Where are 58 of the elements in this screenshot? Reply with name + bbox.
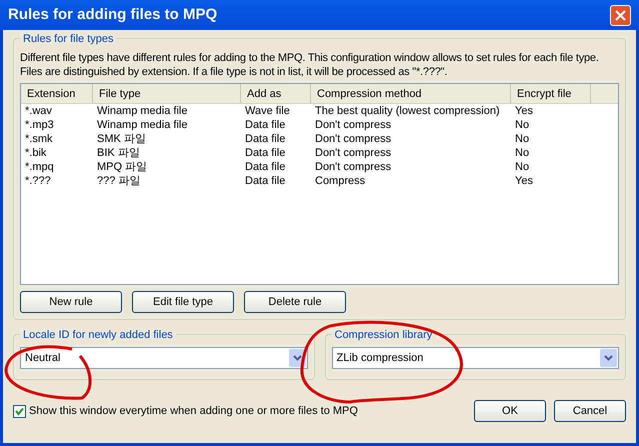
table-cell-text: Don't compress bbox=[314, 132, 392, 146]
table-cell-text: Yes bbox=[514, 104, 534, 118]
locale-dropdown[interactable]: Neutral bbox=[20, 347, 308, 369]
table-cell-text: BIK 파일 bbox=[96, 146, 141, 160]
table-cell-text: *.mpq bbox=[24, 160, 55, 174]
check-icon bbox=[15, 406, 24, 416]
table-row[interactable]: *.bik BIK 파일 Data file Don't compress No bbox=[21, 146, 618, 160]
table-cell-text: *.smk bbox=[24, 132, 54, 146]
table-cell-text: *.wav bbox=[24, 104, 53, 118]
table-cell-text: *.mp3 bbox=[24, 118, 55, 132]
close-button[interactable] bbox=[610, 4, 631, 26]
checkbox[interactable] bbox=[13, 404, 26, 418]
table-row[interactable]: *.??? ??? 파일 Data file Compress Yes bbox=[21, 174, 618, 188]
table-cell-text: No bbox=[514, 146, 530, 160]
table-cell-text: Don't compress bbox=[314, 146, 392, 160]
compression-dropdown[interactable]: ZLib compression bbox=[332, 347, 619, 369]
group-title: Rules for file types bbox=[20, 31, 116, 48]
dialog-button[interactable]: Delete rule bbox=[244, 291, 346, 313]
table-cell-text: Winamp media file bbox=[96, 118, 188, 132]
checkbox-label: Show this window everytime when adding one or more files to MPQ bbox=[29, 404, 359, 419]
dialog-button[interactable]: OK bbox=[474, 400, 546, 422]
table-cell-text: Don't compress bbox=[314, 118, 392, 132]
table-cell-text: Winamp media file bbox=[96, 104, 188, 118]
table-cell-text: SMK 파일 bbox=[96, 132, 147, 146]
dialog-button[interactable]: Cancel bbox=[554, 400, 626, 422]
column-header[interactable]: Add as bbox=[241, 84, 311, 103]
column-header[interactable]: Compression method bbox=[311, 84, 511, 103]
table-cell-text: Yes bbox=[514, 174, 534, 188]
column-header[interactable]: File type bbox=[93, 84, 241, 103]
table-cell-text: Data file bbox=[244, 174, 286, 188]
table-cell-text: Wave file bbox=[244, 104, 291, 118]
table-cell-text: Data file bbox=[244, 132, 286, 146]
table-row[interactable]: *.smk SMK 파일 Data file Don't compress No bbox=[21, 132, 618, 146]
description-text: Different file types have different rules for adding to the MPQ. This configuration window allows to set rules for each file type. Files are distinguished by extension. If a file type is not in list, it will be processed as "*.???". bbox=[20, 51, 600, 79]
window-title: Rules for adding files to MPQ bbox=[8, 4, 218, 25]
group-title: Locale ID for newly added files bbox=[20, 327, 176, 344]
table-row[interactable]: *.mpq MPQ 파일 Data file Don't compress No bbox=[21, 160, 618, 174]
table-cell-text: Data file bbox=[244, 160, 286, 174]
close-icon bbox=[615, 10, 626, 20]
table-cell-text: Data file bbox=[244, 118, 286, 132]
table-cell-text: *.bik bbox=[24, 146, 48, 160]
dialog-button[interactable]: New rule bbox=[20, 291, 122, 313]
table-cell-text: No bbox=[514, 132, 530, 146]
column-header[interactable]: Encrypt file bbox=[511, 84, 591, 103]
table-cell-text: Don't compress bbox=[314, 160, 392, 174]
group-title: Compression library bbox=[332, 327, 436, 344]
table-cell-text: The best quality (lowest compression) bbox=[314, 104, 501, 118]
table-cell-text: No bbox=[514, 160, 530, 174]
table-row[interactable]: *.wav Winamp media file Wave file The best quality (lowest compression) Yes bbox=[21, 104, 618, 118]
table-cell-text: MPQ 파일 bbox=[96, 160, 148, 174]
dialog-button[interactable]: Edit file type bbox=[132, 291, 234, 313]
column-header[interactable]: Extension bbox=[21, 84, 93, 103]
table-cell-text: ??? 파일 bbox=[96, 174, 142, 188]
table-cell-text: Data file bbox=[244, 146, 286, 160]
table-cell-text: *.??? bbox=[24, 174, 52, 188]
table-row[interactable]: *.mp3 Winamp media file Data file Don't compress No bbox=[21, 118, 618, 132]
table-cell-text: No bbox=[514, 118, 530, 132]
table-cell-text: Compress bbox=[314, 174, 366, 188]
